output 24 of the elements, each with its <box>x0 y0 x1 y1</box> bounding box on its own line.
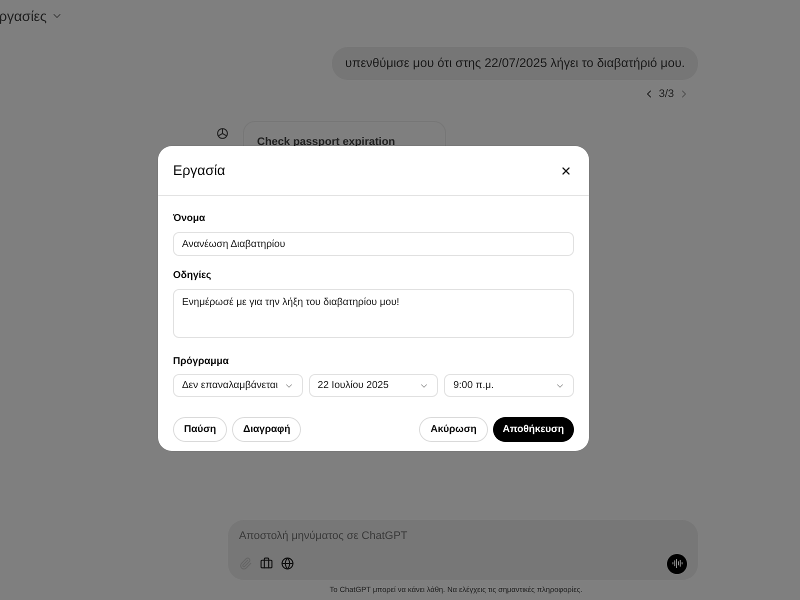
instructions-label: Οδηγίες <box>173 269 212 283</box>
close-icon <box>560 164 572 176</box>
schedule-dropdown[interactable]: Δεν επαναλαμβάνεται <box>173 374 303 397</box>
instructions-field[interactable]: Ενημέρωσέ με για την λήξη του διαβατηρίου μου! <box>173 289 574 338</box>
message-placeholder: Αποστολή μηνύματος σε ChatGPT <box>239 529 408 544</box>
cancel-button[interactable]: Ακύρωση <box>419 417 488 442</box>
action-button[interactable]: Διαγραφή <box>232 417 302 442</box>
assistant-logo-icon <box>216 127 229 140</box>
dialog-title: Εργασία <box>173 161 226 180</box>
sound-wave-icon <box>672 558 682 569</box>
name-label: Όνομα <box>173 212 206 226</box>
pager-count: 3/3 <box>658 86 674 102</box>
save-button[interactable]: Αποθήκευση <box>492 417 574 442</box>
voice-button[interactable] <box>667 554 687 574</box>
globe-icon[interactable] <box>281 557 294 570</box>
task-card-title: Check passport expiration <box>257 136 396 148</box>
user-message: υπενθύμισε μου ότι στης 22/07/2025 λήγει το διαβατήριό μου. <box>332 47 698 80</box>
action-button[interactable]: Παύση <box>173 417 228 442</box>
schedule-dropdown[interactable]: 9:00 π.μ. <box>444 374 574 397</box>
schedule-label: Πρόγραμμα <box>173 355 230 369</box>
briefcase-icon[interactable] <box>260 557 273 570</box>
chat-title: ργασίες <box>0 6 47 26</box>
name-field[interactable]: Ανανέωση Διαβατηρίου <box>173 232 574 256</box>
schedule-dropdown[interactable]: 22 Ιουλίου 2025 <box>308 374 438 397</box>
